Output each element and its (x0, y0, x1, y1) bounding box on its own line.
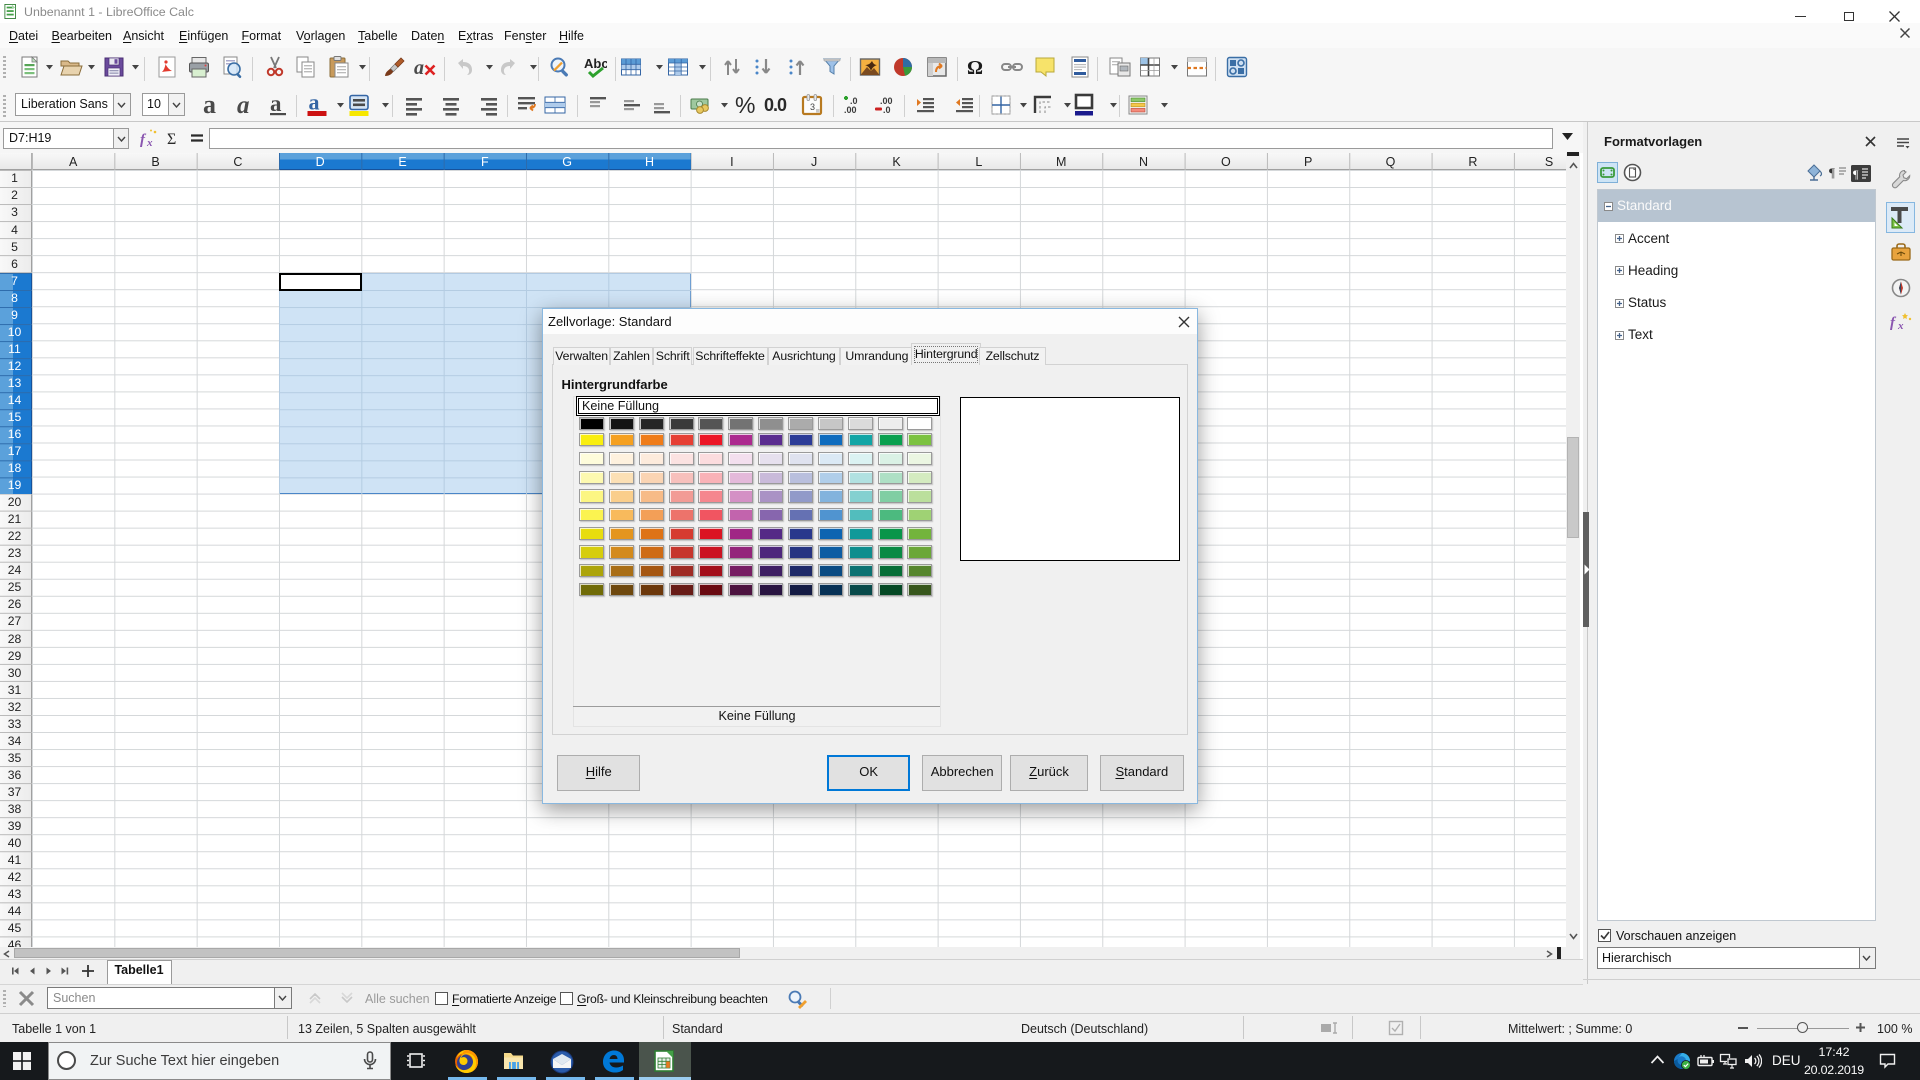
svg-text:%: % (735, 93, 755, 117)
svg-text:a: a (270, 93, 282, 116)
svg-text:x: x (146, 137, 153, 148)
svg-text:a: a (237, 93, 250, 117)
svg-text:f: f (140, 132, 147, 148)
svg-text:a: a (203, 93, 216, 117)
svg-text:¶: ¶ (1829, 165, 1835, 180)
svg-text:a: a (414, 57, 424, 79)
svg-text:Σ: Σ (167, 131, 176, 147)
svg-text:¶: ¶ (1853, 167, 1859, 181)
svg-text:x: x (1897, 320, 1904, 332)
svg-text:f: f (1890, 315, 1897, 331)
svg-text:Ω: Ω (967, 57, 983, 79)
svg-text:3: 3 (810, 102, 815, 112)
svg-text:.0: .0 (883, 105, 891, 115)
svg-text:0.0: 0.0 (764, 95, 787, 115)
svg-text:.00: .00 (844, 105, 857, 115)
